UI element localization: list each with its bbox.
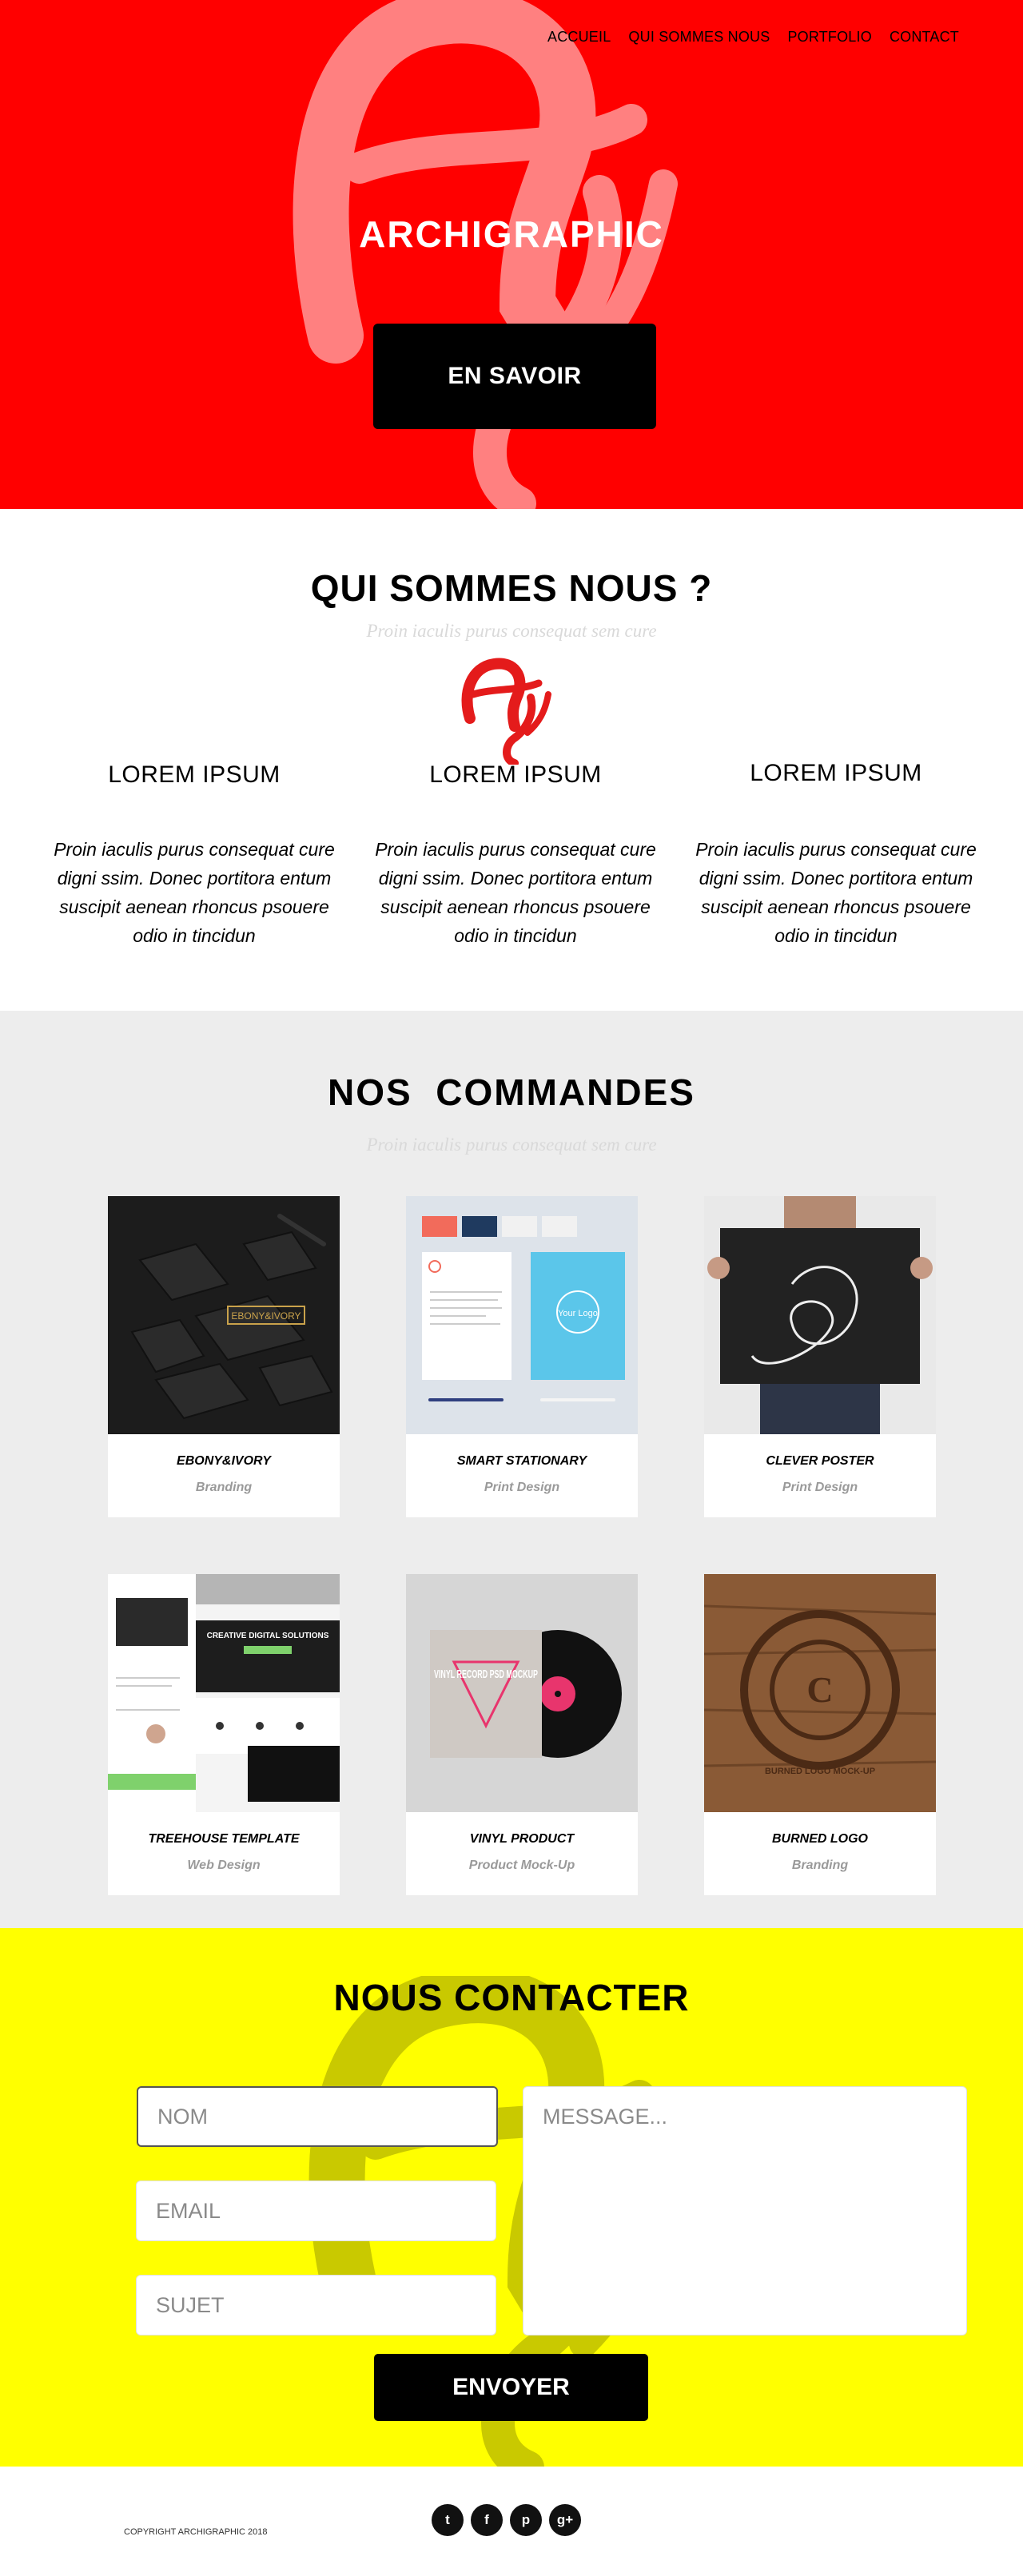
portfolio-card-title: TREEHOUSE TEMPLATE — [148, 1832, 300, 1846]
thumbnail-label: CREATIVE DIGITAL SOLUTIONS — [207, 1632, 329, 1640]
nav-item-accueil[interactable]: ACCUEIL — [547, 29, 611, 46]
orders-title: NOS COMMANDES — [328, 1071, 695, 1113]
portfolio-card-category: Branding — [791, 1858, 849, 1872]
copyright-text: COPYRIGHT ARCHIGRAPHIC 2018 — [124, 2527, 268, 2537]
contact-section: NOUS CONTACTER NOM EMAIL SUJET MESSAGE..… — [0, 1928, 1023, 2467]
en-savoir-button[interactable]: EN SAVOIR — [373, 324, 656, 429]
portfolio-card-category: Print Design — [484, 1481, 560, 1494]
nav-item-qui-sommes-nous[interactable]: QUI SOMMES NOUS — [628, 29, 770, 46]
portfolio-thumbnail — [704, 1196, 936, 1434]
send-button[interactable]: ENVOYER — [374, 2354, 648, 2421]
portfolio-thumbnail: CREATIVE DIGITAL SOLUTIONS — [108, 1574, 340, 1812]
contact-title: NOUS CONTACTER — [333, 1977, 690, 2018]
thumbnail-label: BURNED LOGO MOCK-UP — [765, 1767, 875, 1776]
nav-item-contact[interactable]: CONTACT — [890, 29, 959, 46]
portfolio-card-category: Product Mock-Up — [468, 1858, 575, 1872]
portfolio-card-title: VINYL PRODUCT — [469, 1832, 575, 1846]
about-column-3: LOREM IPSUM Proin iaculis purus consequa… — [684, 760, 988, 950]
hero-section: ACCUEIL QUI SOMMES NOUS PORTFOLIO CONTAC… — [0, 0, 1023, 509]
portfolio-thumbnail: C BURNED LOGO MOCK-UP — [704, 1574, 936, 1812]
name-input[interactable]: NOM — [137, 2086, 498, 2147]
social-links: t f p g+ — [432, 2504, 581, 2536]
portfolio-card-category: Print Design — [782, 1481, 858, 1494]
portfolio-card-category: Branding — [195, 1481, 253, 1494]
about-title: QUI SOMMES NOUS ? — [310, 567, 713, 609]
about-column-heading: LOREM IPSUM — [750, 760, 922, 786]
portfolio-thumbnail: VINYL RECORD PSD MOCKUP — [406, 1574, 638, 1812]
portfolio-card-category: Web Design — [187, 1858, 261, 1872]
thumbnail-label: EBONY&IVORY — [231, 1310, 301, 1322]
google-plus-icon[interactable]: g+ — [549, 2504, 581, 2536]
email-input[interactable]: EMAIL — [136, 2180, 496, 2241]
nav-item-portfolio[interactable]: PORTFOLIO — [787, 29, 872, 46]
footer: COPYRIGHT ARCHIGRAPHIC 2018 t f p g+ — [0, 2467, 1023, 2576]
portfolio-thumbnail: EBONY&IVORY — [108, 1196, 340, 1434]
svg-text:C: C — [806, 1669, 833, 1710]
portfolio-card-title: SMART STATIONARY — [456, 1454, 587, 1468]
portfolio-card[interactable]: EBONY&IVORY EBONY&IVORY Branding — [108, 1196, 340, 1517]
brand-name: ARCHIGRAPHIC — [359, 213, 664, 255]
about-column-1: LOREM IPSUM Proin iaculis purus consequa… — [42, 761, 346, 950]
portfolio-card[interactable]: CLEVER POSTER Print Design — [704, 1196, 936, 1517]
about-column-heading: LOREM IPSUM — [108, 761, 281, 788]
twitter-icon[interactable]: t — [432, 2504, 464, 2536]
portfolio-card[interactable]: C BURNED LOGO MOCK-UP BURNED LOGO Brandi… — [704, 1574, 936, 1895]
about-subtitle: Proin iaculis purus consequat sem cure — [366, 621, 657, 641]
portfolio-card-title: CLEVER POSTER — [766, 1454, 874, 1468]
thumbnail-label: Your Logo — [558, 1309, 598, 1318]
thumbnail-label: VINYL RECORD PSD MOCKUP — [434, 1668, 538, 1681]
portfolio-card[interactable]: VINYL RECORD PSD MOCKUP VINYL PRODUCT Pr… — [406, 1574, 638, 1895]
orders-subtitle: Proin iaculis purus consequat sem cure — [366, 1135, 657, 1155]
facebook-icon[interactable]: f — [471, 2504, 503, 2536]
orders-section: NOS COMMANDES Proin iaculis purus conseq… — [0, 1011, 1023, 1928]
pinterest-icon[interactable]: p — [510, 2504, 542, 2536]
about-column-2: LOREM IPSUM Proin iaculis purus consequa… — [364, 761, 667, 950]
page: ACCUEIL QUI SOMMES NOUS PORTFOLIO CONTAC… — [0, 0, 1023, 2576]
message-textarea[interactable]: MESSAGE... — [523, 2086, 967, 2335]
portfolio-card-title: EBONY&IVORY — [177, 1454, 271, 1468]
main-nav: ACCUEIL QUI SOMMES NOUS PORTFOLIO CONTAC… — [547, 29, 959, 46]
subject-input[interactable]: SUJET — [136, 2275, 496, 2335]
about-section: QUI SOMMES NOUS ? Proin iaculis purus co… — [0, 509, 1023, 1011]
about-column-text: Proin iaculis purus consequat cure digni… — [54, 839, 335, 946]
portfolio-card-title: BURNED LOGO — [772, 1832, 868, 1846]
portfolio-card[interactable]: CREATIVE DIGITAL SOLUTIONS TREEHOUSE TEM… — [108, 1574, 340, 1895]
portfolio-card[interactable]: Your Logo SMART STATIONARY Print Design — [406, 1196, 638, 1517]
about-column-heading: LOREM IPSUM — [429, 761, 602, 788]
about-column-text: Proin iaculis purus consequat cure digni… — [695, 839, 977, 946]
portfolio-thumbnail: Your Logo — [406, 1196, 638, 1434]
about-column-text: Proin iaculis purus consequat cure digni… — [375, 839, 656, 946]
about-monogram-logo — [461, 658, 551, 765]
